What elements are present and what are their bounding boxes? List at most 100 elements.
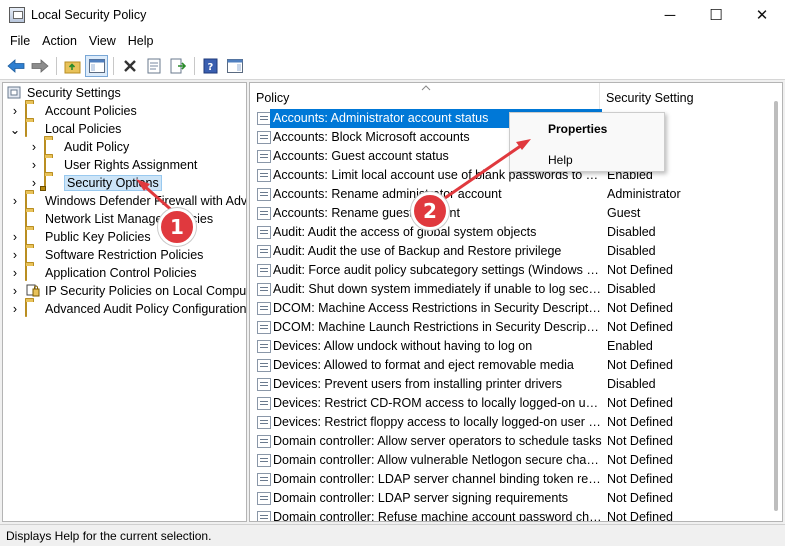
folder-icon <box>25 229 41 245</box>
policy-document-icon <box>257 150 271 163</box>
security-settings-icon <box>7 86 23 100</box>
policy-name-cell: Domain controller: LDAP server signing r… <box>273 491 569 505</box>
forward-button[interactable] <box>28 55 51 77</box>
security-setting-cell: Disabled <box>607 225 656 239</box>
tree-item-application-control[interactable]: › Application Control Policies <box>9 264 196 282</box>
table-row[interactable]: Devices: Allow undock without having to … <box>250 337 770 356</box>
tree-item-security-settings[interactable]: Security Settings <box>7 84 121 102</box>
menu-help[interactable]: Help <box>122 34 160 48</box>
security-setting-cell: Disabled <box>607 244 656 258</box>
export-list-icon <box>170 58 186 73</box>
menu-file[interactable]: File <box>4 34 36 48</box>
tree-item-software-restriction[interactable]: › Software Restriction Policies <box>9 246 203 264</box>
table-row[interactable]: DCOM: Machine Launch Restrictions in Sec… <box>250 318 770 337</box>
menu-bar: File Action View Help <box>0 30 785 52</box>
table-row[interactable]: Devices: Restrict CD-ROM access to local… <box>250 394 770 413</box>
tree-item-ip-security-policies[interactable]: › IP Security Policies on Local Compute <box>9 282 246 300</box>
tree-item-user-rights-assignment[interactable]: › User Rights Assignment <box>28 156 197 174</box>
security-setting-cell: Not Defined <box>607 510 674 522</box>
expand-chevron-icon[interactable]: › <box>28 138 40 156</box>
security-setting-cell: Not Defined <box>607 320 674 334</box>
policy-name-cell: Audit: Shut down system immediately if u… <box>273 282 602 296</box>
security-setting-cell: Not Defined <box>607 415 674 429</box>
scrollbar-thumb[interactable] <box>774 101 778 511</box>
policy-document-icon <box>257 302 271 315</box>
menu-view[interactable]: View <box>83 34 122 48</box>
table-row[interactable]: Domain controller: LDAP server signing r… <box>250 489 770 508</box>
maximize-button[interactable]: ☐ <box>693 0 739 30</box>
vertical-scrollbar[interactable] <box>770 83 782 521</box>
tree-item-label: Account Policies <box>45 104 137 118</box>
menu-action[interactable]: Action <box>36 34 83 48</box>
policy-document-icon <box>257 264 271 277</box>
folder-icon <box>25 265 41 281</box>
table-row[interactable]: Audit: Audit the access of global system… <box>250 223 770 242</box>
tree-item-label: Security Settings <box>27 86 121 100</box>
back-button[interactable] <box>4 55 27 77</box>
context-menu-properties[interactable]: Properties <box>548 122 607 136</box>
console-tree-pane[interactable]: Security Settings › Account Policies ⌄ L… <box>2 82 247 522</box>
delete-x-icon <box>123 59 136 72</box>
security-setting-cell: Not Defined <box>607 472 674 486</box>
table-row[interactable]: Domain controller: Refuse machine accoun… <box>250 508 770 522</box>
expand-chevron-icon[interactable]: › <box>9 246 21 264</box>
expand-chevron-icon[interactable]: › <box>9 102 21 120</box>
expand-chevron-icon[interactable]: › <box>28 156 40 174</box>
table-row[interactable]: DCOM: Machine Access Restrictions in Sec… <box>250 299 770 318</box>
context-menu-help[interactable]: Help <box>548 153 573 167</box>
column-header-security-setting[interactable]: Security Setting <box>600 83 760 109</box>
table-row[interactable]: Devices: Allowed to format and eject rem… <box>250 356 770 375</box>
security-setting-cell: Not Defined <box>607 263 674 277</box>
export-list-button[interactable] <box>166 55 189 77</box>
policy-document-icon <box>257 169 271 182</box>
expand-chevron-icon[interactable]: › <box>9 264 21 282</box>
callout-badge-two: 2 <box>411 192 449 230</box>
table-row[interactable]: Accounts: Rename guest account Guest <box>250 204 770 223</box>
policy-document-icon <box>257 340 271 353</box>
collapse-chevron-icon[interactable]: ⌄ <box>9 120 21 138</box>
help-button[interactable]: ? <box>199 55 222 77</box>
table-row[interactable]: Accounts: Rename administrator account Ad… <box>250 185 770 204</box>
properties-button[interactable] <box>142 55 165 77</box>
tree-item-security-options[interactable]: › Security Options <box>28 174 162 192</box>
tree-item-audit-policy[interactable]: › Audit Policy <box>28 138 129 156</box>
tree-item-label: Windows Defender Firewall with Adva <box>45 194 247 208</box>
tree-item-advanced-audit-policy[interactable]: › Advanced Audit Policy Configuration <box>9 300 246 318</box>
policy-document-icon <box>257 245 271 258</box>
folder-up-icon <box>64 61 80 73</box>
expand-chevron-icon[interactable]: › <box>9 300 21 318</box>
policy-name-cell: DCOM: Machine Access Restrictions in Sec… <box>273 301 602 315</box>
table-row[interactable]: Audit: Audit the use of Backup and Resto… <box>250 242 770 261</box>
close-button[interactable]: ✕ <box>739 0 785 30</box>
table-row[interactable]: Domain controller: Allow server operator… <box>250 432 770 451</box>
security-setting-cell: Disabled <box>607 377 656 391</box>
table-row[interactable]: Audit: Shut down system immediately if u… <box>250 280 770 299</box>
folder-icon <box>25 247 41 263</box>
delete-button[interactable] <box>118 55 141 77</box>
back-arrow-icon <box>6 58 24 73</box>
table-row[interactable]: Domain controller: LDAP server channel b… <box>250 470 770 489</box>
show-action-pane-button[interactable] <box>223 55 246 77</box>
window-controls: ─ ☐ ✕ <box>647 0 785 30</box>
local-security-policy-icon <box>9 7 25 23</box>
tree-item-label: Application Control Policies <box>45 266 197 280</box>
forward-arrow-icon <box>31 58 49 73</box>
security-setting-cell: Not Defined <box>607 358 674 372</box>
expand-chevron-icon[interactable]: › <box>9 228 21 246</box>
policy-document-icon <box>257 416 271 429</box>
policy-name-cell: Devices: Allowed to format and eject rem… <box>273 358 574 372</box>
tree-item-windows-defender-firewall[interactable]: › Windows Defender Firewall with Adva <box>9 192 247 210</box>
table-row[interactable]: Devices: Restrict floppy access to local… <box>250 413 770 432</box>
expand-chevron-icon[interactable]: › <box>9 282 21 300</box>
minimize-button[interactable]: ─ <box>647 0 693 30</box>
expand-chevron-icon[interactable]: › <box>9 192 21 210</box>
show-hide-console-tree-button[interactable] <box>85 54 108 77</box>
table-row[interactable]: Devices: Prevent users from installing p… <box>250 375 770 394</box>
table-row[interactable]: Audit: Force audit policy subcategory se… <box>250 261 770 280</box>
up-one-level-button[interactable] <box>61 55 84 77</box>
table-row[interactable]: Domain controller: Allow vulnerable Netl… <box>250 451 770 470</box>
policy-name-cell: Domain controller: Allow vulnerable Netl… <box>273 453 602 467</box>
folder-icon <box>25 103 41 119</box>
tree-item-local-policies[interactable]: ⌄ Local Policies <box>9 120 121 138</box>
